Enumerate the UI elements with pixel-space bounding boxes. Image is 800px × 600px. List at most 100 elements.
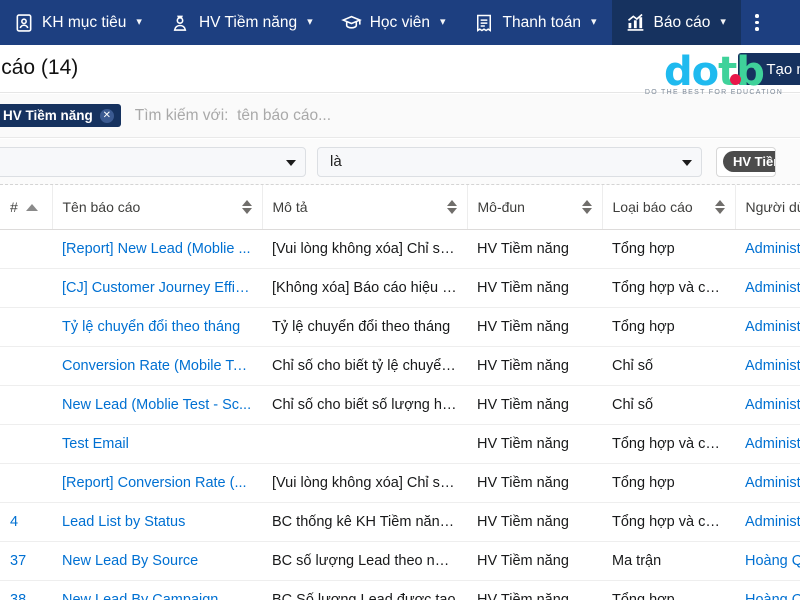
create-report-button[interactable]: + Tạo mới (737, 53, 800, 85)
nav-item-label: HV Tiềm năng (198, 13, 298, 31)
kebab-menu-icon[interactable] (743, 0, 771, 45)
table-row[interactable]: 37 New Lead By Source BC số lượng Lead the… (0, 541, 800, 581)
column-header-report-type[interactable]: Loại báo cáo (601, 185, 735, 230)
cell-description: Tỷ lệ chuyển đổi theo tháng (262, 307, 467, 347)
cell-report-type: Tổng hợp và ch... (602, 268, 735, 308)
contact-card-icon (13, 12, 34, 33)
cell-report-type: Tổng hợp và ch... (602, 502, 735, 542)
chevron-down-icon: ▾ (307, 16, 313, 28)
table-header: # Tên báo cáo Mô tả Mô-đun Loại báo cáo … (0, 185, 800, 230)
chevron-down-icon: ▾ (136, 16, 142, 28)
cell-report-name[interactable]: Tỷ lệ chuyển đổi theo tháng (52, 307, 262, 347)
nav-item-hoc-vien[interactable]: Học viên ▾ (328, 0, 461, 45)
chevron-down-icon: ▾ (720, 16, 726, 28)
lead-person-icon (170, 12, 191, 33)
filter-operator-select[interactable]: là (317, 146, 702, 177)
cell-report-name[interactable]: Lead List by Status (52, 502, 262, 542)
cell-number: 4 (0, 502, 52, 542)
column-label: Mô tả (272, 198, 308, 215)
column-header-report-name[interactable]: Tên báo cáo (51, 185, 262, 230)
cell-description: BC thống kê KH Tiềm năng t... (262, 502, 467, 542)
table-row[interactable]: New Lead (Moblie Test - Sc... Chỉ số cho … (0, 385, 800, 425)
cell-report-type: Tổng hợp (602, 580, 735, 600)
cell-report-name[interactable]: [CJ] Customer Journey Effic... (52, 268, 262, 308)
cell-number (0, 385, 52, 425)
cell-module: HV Tiềm năng (467, 541, 602, 581)
nav-item-bao-cao[interactable]: Báo cáo ▾ (611, 0, 741, 45)
close-icon[interactable]: ✕ (99, 108, 114, 123)
table-row[interactable]: [Report] Conversion Rate (... [Vui lòng k… (0, 463, 800, 503)
filter-chip-label: HV Tiềm năng (3, 108, 93, 123)
column-header-description[interactable]: Mô tả (261, 185, 467, 230)
search-input[interactable] (134, 100, 800, 131)
column-label: Tên báo cáo (62, 198, 141, 215)
cell-module: HV Tiềm năng (467, 346, 602, 386)
cell-description: [Vui lòng không xóa] Chỉ số ... (262, 229, 467, 269)
column-header-number[interactable]: # (0, 185, 52, 230)
nav-item-label: Báo cáo (653, 13, 711, 31)
cell-report-type: Ma trận (602, 541, 735, 581)
cell-user[interactable]: Hoàng Quân (735, 541, 800, 581)
cell-report-name[interactable]: Test Email (52, 424, 262, 464)
cell-number (0, 424, 52, 464)
cell-report-type: Tổng hợp và ch... (602, 424, 735, 464)
cell-user[interactable]: Administrator (735, 346, 800, 386)
column-label: Mô-đun (477, 198, 525, 215)
filter-row: là HV Tiềm năng (0, 139, 800, 185)
table-row[interactable]: [Report] New Lead (Moblie ... [Vui lòng k… (0, 229, 800, 269)
cell-report-name[interactable]: New Lead (Moblie Test - Sc... (52, 385, 262, 425)
nav-item-label: Học viên (369, 13, 431, 31)
cell-user[interactable]: Administrator (735, 424, 800, 464)
table-row[interactable]: Tỷ lệ chuyển đổi theo tháng Tỷ lệ chuyển … (0, 307, 800, 347)
table-row[interactable]: 4 Lead List by Status BC thống kê KH Tiềm … (0, 502, 800, 542)
filter-value-chip: HV Tiềm năng (723, 151, 775, 172)
cell-module: HV Tiềm năng (467, 229, 602, 269)
column-header-module[interactable]: Mô-đun (466, 185, 602, 230)
nav-item-kh-muc-tieu[interactable]: KH mục tiêu ▾ (0, 0, 157, 45)
table-row[interactable]: Test Email HV Tiềm năng Tổng hợp và ch... A… (0, 424, 800, 464)
invoice-icon (474, 12, 495, 33)
cell-description: Chỉ số cho biết tỷ lệ chuyển ... (262, 346, 467, 386)
cell-user[interactable]: Administrator (735, 502, 800, 542)
column-header-user[interactable]: Người dùng (734, 185, 800, 230)
cell-user[interactable]: Administrator (735, 307, 800, 347)
table-row[interactable]: [CJ] Customer Journey Effic... [Không xóa… (0, 268, 800, 308)
caret-down-icon (682, 159, 692, 166)
cell-description: Chỉ số cho biết số lượng họ... (262, 385, 467, 425)
filter-value-field[interactable]: HV Tiềm năng (716, 146, 776, 177)
filter-chip-hv-tiem-nang[interactable]: HV Tiềm năng ✕ (0, 104, 121, 127)
cell-report-name[interactable]: Conversion Rate (Mobile Te... (52, 346, 262, 386)
bar-chart-icon (625, 12, 646, 33)
cell-user[interactable]: Administrator (735, 463, 800, 503)
chevron-down-icon: ▾ (440, 16, 446, 28)
cell-report-name[interactable]: [Report] New Lead (Moblie ... (52, 229, 262, 269)
cell-report-name[interactable]: New Lead By Source (52, 541, 262, 581)
column-label: Loại báo cáo (612, 198, 693, 215)
cell-module: HV Tiềm năng (467, 502, 602, 542)
nav-item-hv-tiem-nang[interactable]: HV Tiềm năng ▾ (157, 0, 328, 45)
cell-module: HV Tiềm năng (467, 307, 602, 347)
cell-description (262, 424, 467, 464)
table-row[interactable]: 38 New Lead By Campaign BC Số lượng Lead đ… (0, 580, 800, 600)
page-header: Báo cáo (14) + Tạo mới (0, 45, 800, 93)
nav-item-thanh-toan[interactable]: Thanh toán ▾ (461, 0, 612, 45)
cell-user[interactable]: Administrator (735, 268, 800, 308)
filter-field-select[interactable] (0, 146, 306, 177)
sort-both-icon (446, 199, 457, 214)
sort-ascending-icon (26, 203, 38, 211)
top-navigation-bar: KH mục tiêu ▾ HV Tiềm năng ▾ Học viên ▾ … (0, 0, 800, 45)
cell-report-type: Tổng hợp (602, 307, 735, 347)
cell-user[interactable]: Hoàng Quân (735, 580, 800, 600)
cell-number (0, 307, 52, 347)
cell-report-type: Chỉ số (602, 346, 735, 386)
reports-table-container[interactable]: # Tên báo cáo Mô tả Mô-đun Loại báo cáo … (0, 185, 800, 600)
filter-operator-value: là (330, 153, 342, 170)
cell-user[interactable]: Administrator (735, 229, 800, 269)
cell-module: HV Tiềm năng (467, 385, 602, 425)
column-label: # (10, 198, 18, 215)
cell-description: BC số lượng Lead theo nguồn (262, 541, 467, 581)
cell-user[interactable]: Administrator (735, 385, 800, 425)
cell-report-name[interactable]: New Lead By Campaign (52, 580, 262, 600)
table-row[interactable]: Conversion Rate (Mobile Te... Chỉ số cho … (0, 346, 800, 386)
cell-report-name[interactable]: [Report] Conversion Rate (... (52, 463, 262, 503)
